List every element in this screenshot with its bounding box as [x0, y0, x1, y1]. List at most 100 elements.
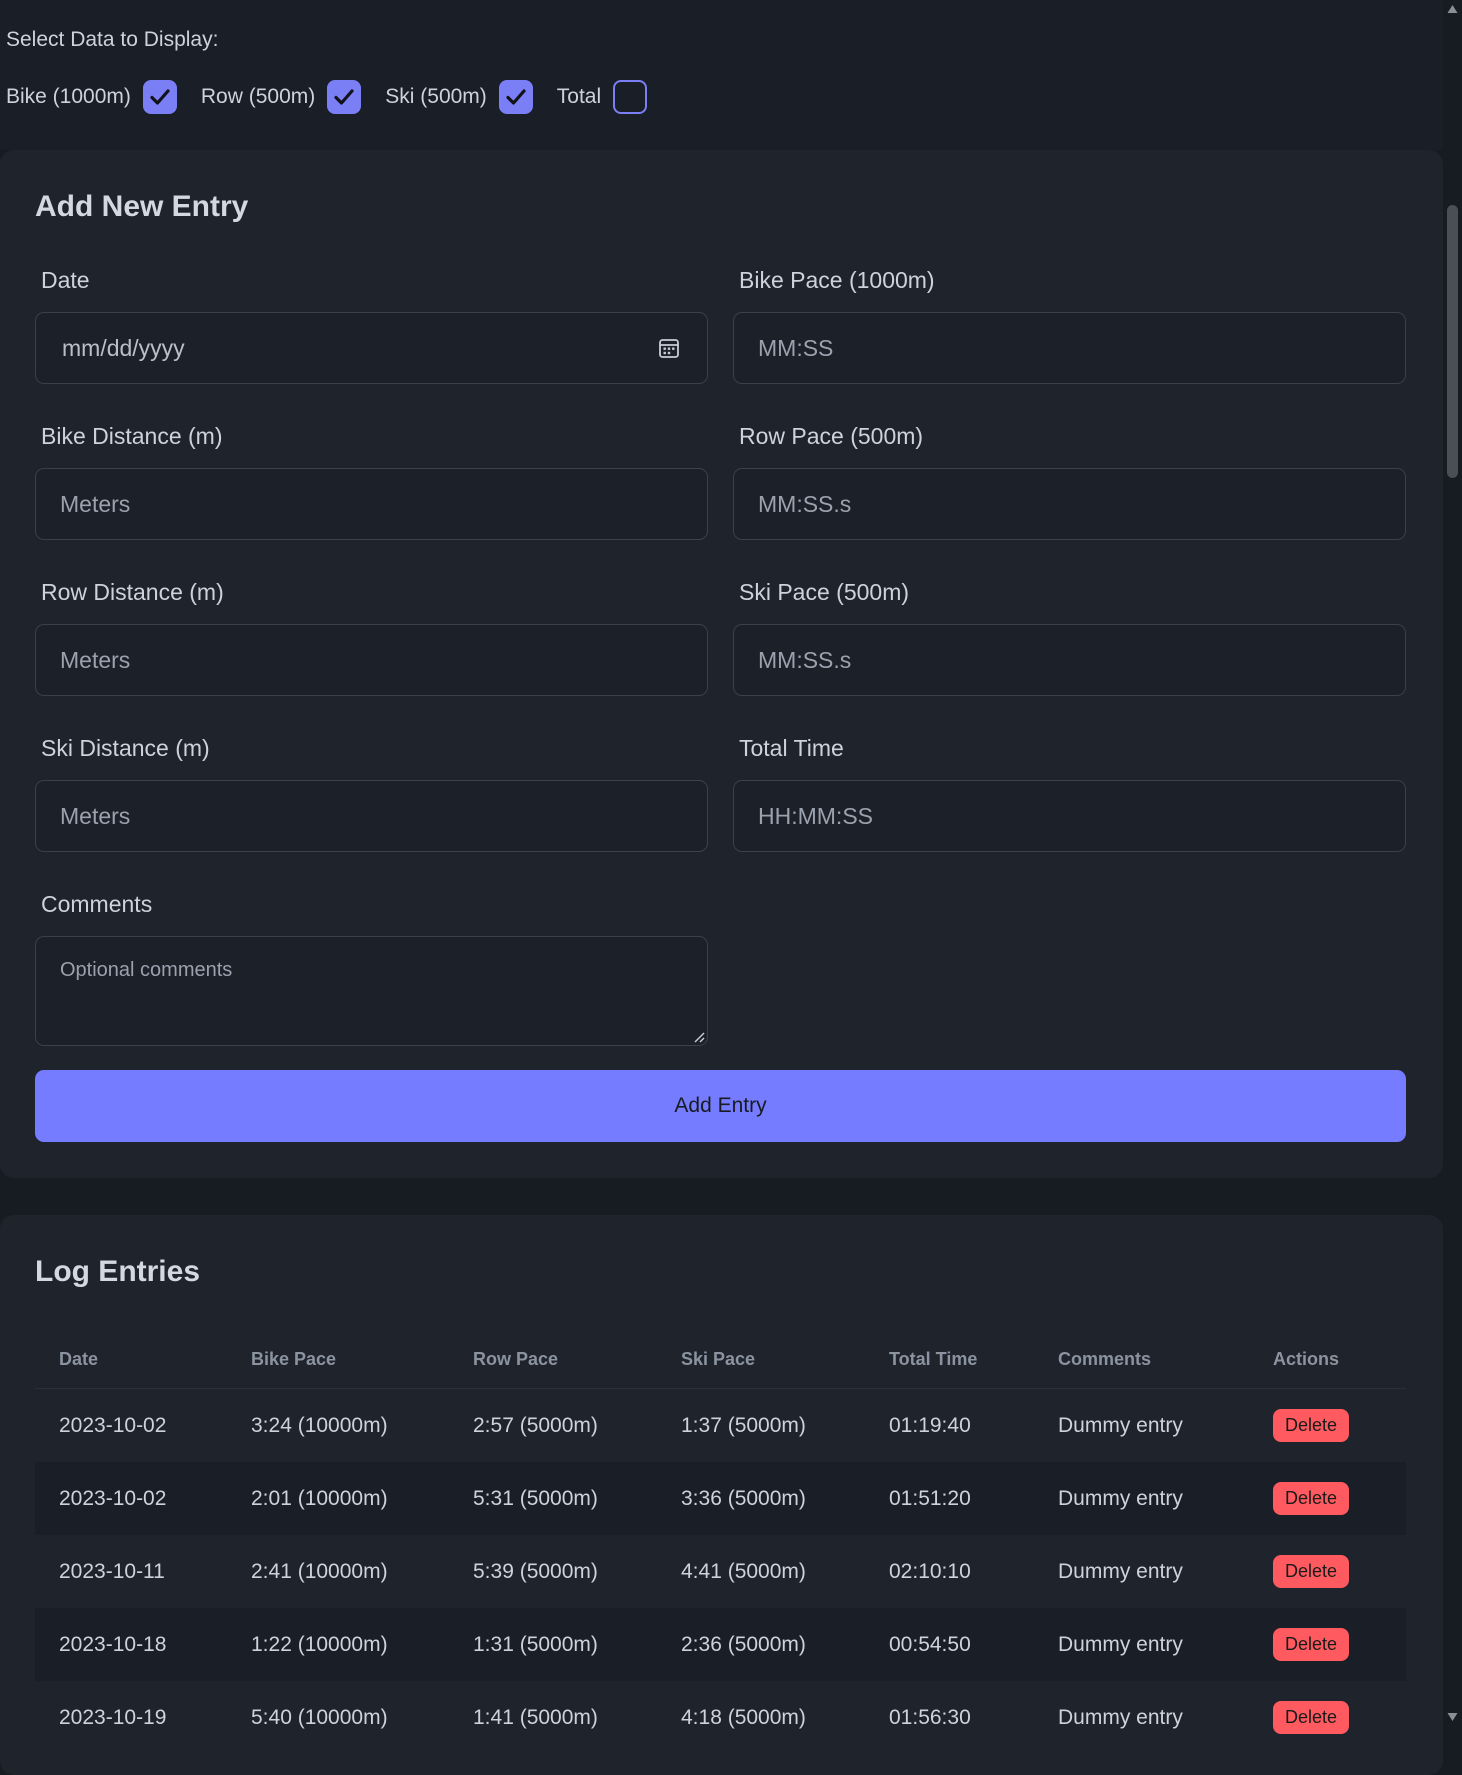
column-header-comments: Comments — [1034, 1330, 1249, 1389]
display-selector: Select Data to Display: Bike (1000m) Row… — [0, 0, 1443, 150]
cell-actions: Delete — [1249, 1389, 1406, 1463]
ski-pace-label: Ski Pace (500m) — [739, 579, 910, 605]
bike-pace-placeholder: MM:SS — [758, 334, 834, 361]
cell-row-pace: 5:39 (5000m) — [473, 1559, 598, 1583]
total-time-label: Total Time — [739, 735, 844, 761]
date-placeholder: mm/dd/yyyy — [62, 334, 185, 361]
cell-comments: Dummy entry — [1058, 1559, 1183, 1583]
calendar-icon[interactable] — [657, 336, 681, 360]
cell-actions: Delete — [1249, 1462, 1406, 1535]
comments-label: Comments — [41, 891, 153, 917]
table-row: 2023-10-11 2:41 (10000m) 5:39 (5000m) 4:… — [35, 1535, 1406, 1608]
delete-button[interactable]: Delete — [1273, 1628, 1350, 1661]
cell-ski-pace: 4:41 (5000m) — [681, 1559, 806, 1583]
column-header-date: Date — [35, 1330, 227, 1389]
log-entries-card: Log Entries Date Bike Pace Row Pace Ski … — [0, 1215, 1443, 1775]
bike-pace-input[interactable]: MM:SS — [733, 312, 1406, 384]
table-row: 2023-10-19 5:40 (10000m) 1:41 (5000m) 4:… — [35, 1681, 1406, 1754]
toggle-row-checkbox[interactable] — [327, 80, 362, 114]
cell-ski-pace: 2:36 (5000m) — [657, 1608, 865, 1681]
cell-total-time: 01:19:40 — [889, 1413, 971, 1437]
resize-handle-icon[interactable] — [693, 1031, 705, 1043]
cell-ski-pace: 3:36 (5000m) — [657, 1462, 865, 1535]
row-pace-placeholder: MM:SS.s — [758, 490, 852, 517]
cell-comments: Dummy entry — [1058, 1413, 1183, 1437]
add-entry-title: Add New Entry — [35, 190, 249, 223]
ski-pace-placeholder: MM:SS.s — [758, 646, 852, 673]
cell-total-time: 01:56:30 — [889, 1705, 971, 1729]
cell-ski-pace: 1:37 (5000m) — [681, 1413, 806, 1437]
cell-row-pace: 2:57 (5000m) — [473, 1413, 598, 1437]
row-distance-input[interactable]: Meters — [35, 624, 708, 696]
total-time-placeholder: HH:MM:SS — [758, 802, 873, 829]
delete-button[interactable]: Delete — [1273, 1482, 1350, 1515]
cell-comments: Dummy entry — [1034, 1462, 1249, 1535]
cell-bike-pace: 5:40 (10000m) — [251, 1705, 388, 1729]
row-pace-input[interactable]: MM:SS.s — [733, 468, 1406, 540]
column-header-bike-pace: Bike Pace — [227, 1330, 449, 1389]
date-label: Date — [41, 267, 90, 293]
cell-total-time: 00:54:50 — [865, 1608, 1034, 1681]
toggle-bike-checkbox[interactable] — [142, 80, 177, 114]
toggle-bike[interactable]: Bike (1000m) — [6, 80, 177, 114]
column-header-total-time: Total Time — [865, 1330, 1034, 1389]
check-icon — [150, 89, 170, 105]
cell-row-pace: 1:31 (5000m) — [449, 1608, 657, 1681]
cell-bike-pace: 2:41 (10000m) — [251, 1559, 388, 1583]
ski-distance-input[interactable]: Meters — [35, 780, 708, 852]
display-toggles: Bike (1000m) Row (500m) Ski (500m) Total — [6, 78, 671, 116]
date-input[interactable]: mm/dd/yyyy — [35, 312, 708, 384]
add-entry-card: Add New Entry Date mm/dd/yyyy Bike Pace … — [0, 150, 1443, 1178]
log-entries-title: Log Entries — [35, 1255, 201, 1288]
ski-distance-label: Ski Distance (m) — [41, 735, 210, 761]
cell-comments: Dummy entry — [1058, 1705, 1183, 1729]
total-time-input[interactable]: HH:MM:SS — [733, 780, 1406, 852]
row-distance-placeholder: Meters — [60, 646, 131, 673]
delete-button[interactable]: Delete — [1273, 1409, 1350, 1442]
column-header-actions: Actions — [1249, 1330, 1406, 1389]
cell-actions: Delete — [1249, 1535, 1406, 1608]
toggle-total-label: Total — [556, 85, 602, 108]
toggle-total[interactable]: Total — [556, 80, 648, 114]
toggle-ski-checkbox[interactable] — [498, 80, 533, 114]
toggle-ski[interactable]: Ski (500m) — [385, 80, 533, 114]
check-icon — [334, 89, 354, 105]
scrollbar-thumb[interactable] — [1447, 205, 1458, 478]
display-selector-title: Select Data to Display: — [6, 28, 219, 51]
scroll-down-arrow-icon[interactable] — [1447, 1712, 1458, 1722]
toggle-bike-label: Bike (1000m) — [6, 85, 131, 108]
comments-placeholder: Optional comments — [60, 959, 233, 981]
comments-textarea[interactable]: Optional comments — [35, 936, 708, 1046]
cell-date: 2023-10-02 — [35, 1462, 227, 1535]
check-icon — [506, 89, 526, 105]
toggle-row[interactable]: Row (500m) — [200, 80, 362, 114]
bike-distance-label: Bike Distance (m) — [41, 423, 223, 449]
table-row: 2023-10-02 3:24 (10000m) 2:57 (5000m) 1:… — [35, 1389, 1406, 1463]
page-scrollbar[interactable] — [1443, 0, 1462, 1725]
add-entry-button[interactable]: Add Entry — [35, 1070, 1406, 1142]
bike-distance-placeholder: Meters — [60, 490, 131, 517]
cell-comments: Dummy entry — [1034, 1608, 1249, 1681]
cell-bike-pace: 3:24 (10000m) — [251, 1413, 388, 1437]
bike-distance-input[interactable]: Meters — [35, 468, 708, 540]
cell-total-time: 01:51:20 — [865, 1462, 1034, 1535]
ski-distance-placeholder: Meters — [60, 802, 131, 829]
delete-button[interactable]: Delete — [1273, 1701, 1350, 1734]
delete-button[interactable]: Delete — [1273, 1555, 1350, 1588]
cell-actions: Delete — [1249, 1681, 1406, 1754]
cell-date: 2023-10-02 — [59, 1413, 167, 1437]
bike-pace-label: Bike Pace (1000m) — [739, 267, 935, 293]
table-row: 2023-10-18 1:22 (10000m) 1:31 (5000m) 2:… — [35, 1608, 1406, 1681]
cell-row-pace: 5:31 (5000m) — [449, 1462, 657, 1535]
toggle-total-checkbox[interactable] — [613, 80, 648, 114]
scroll-up-arrow-icon[interactable] — [1447, 4, 1458, 14]
toggle-row-label: Row (500m) — [200, 85, 316, 108]
cell-row-pace: 1:41 (5000m) — [473, 1705, 598, 1729]
row-distance-label: Row Distance (m) — [41, 579, 224, 605]
log-table: Date Bike Pace Row Pace Ski Pace Total T… — [35, 1330, 1406, 1754]
cell-bike-pace: 1:22 (10000m) — [227, 1608, 449, 1681]
ski-pace-input[interactable]: MM:SS.s — [733, 624, 1406, 696]
cell-bike-pace: 2:01 (10000m) — [227, 1462, 449, 1535]
cell-date: 2023-10-18 — [35, 1608, 227, 1681]
column-header-ski-pace: Ski Pace — [657, 1330, 865, 1389]
